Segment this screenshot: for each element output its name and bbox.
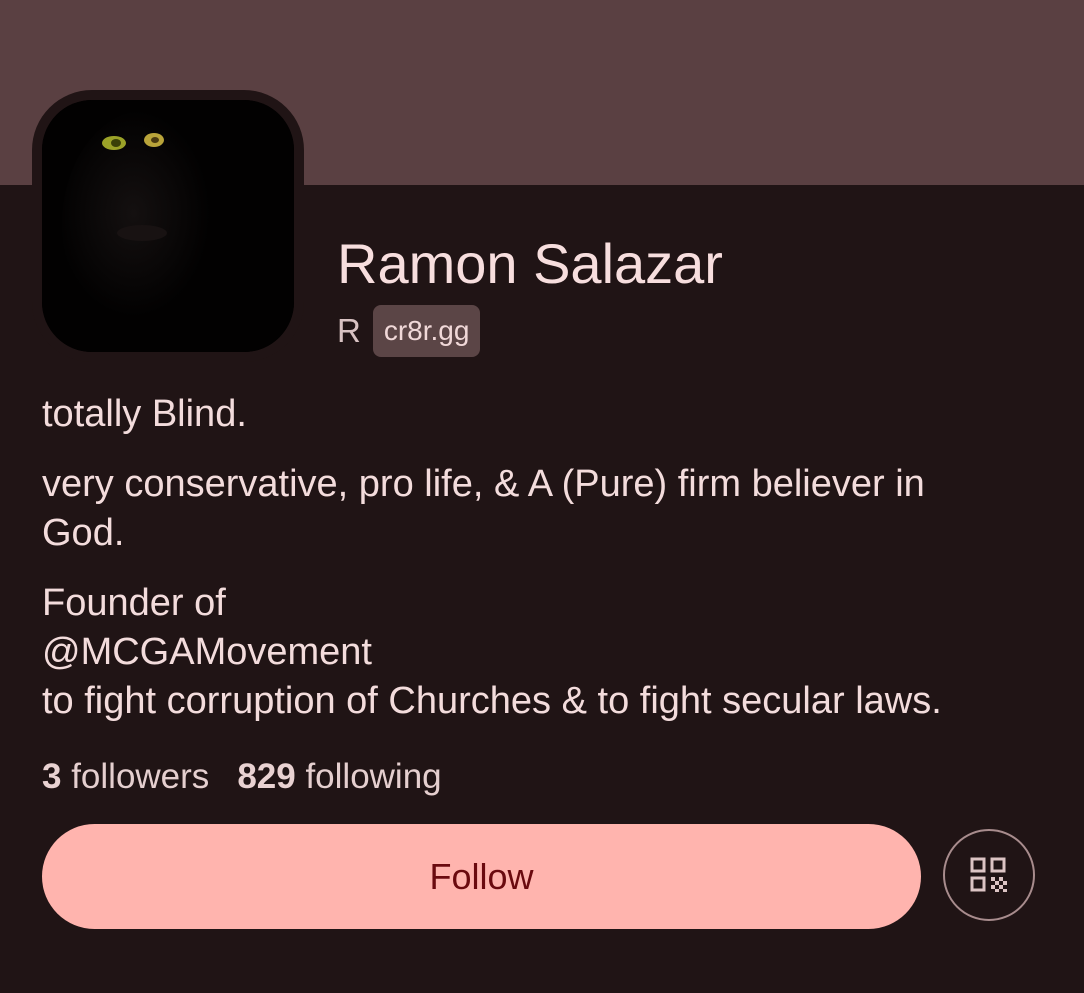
following-count: 829 [237, 757, 296, 796]
bio-text: Founder of [42, 582, 226, 624]
domain-badge[interactable]: cr8r.gg [372, 305, 481, 357]
follow-button[interactable]: Follow [42, 824, 921, 929]
followers-count: 3 [42, 757, 62, 796]
bio-paragraph: totally Blind. [42, 390, 1062, 439]
profile-bio: totally Blind. very conservative, pro li… [42, 390, 1062, 747]
handle-row: R cr8r.gg [337, 305, 481, 357]
following-label: following [305, 757, 442, 796]
bio-text: to fight corruption of Churches & to fig… [42, 680, 942, 722]
bio-mention-link[interactable]: @MCGAMovement [42, 628, 1062, 677]
display-name: Ramon Salazar [337, 232, 723, 295]
bio-text: God. [42, 512, 125, 554]
qr-code-button[interactable] [943, 829, 1035, 921]
avatar-image [42, 100, 294, 352]
bio-paragraph: very conservative, pro life, & A (Pure) … [42, 460, 1062, 558]
following-link[interactable]: 829 following [237, 757, 441, 796]
followers-link[interactable]: 3 followers [42, 757, 209, 796]
avatar[interactable] [42, 100, 294, 352]
qr-code-icon [970, 857, 1007, 892]
profile-stats: 3 followers 829 following [42, 755, 442, 799]
followers-label: followers [71, 757, 210, 796]
bio-text: totally Blind. [42, 393, 247, 435]
bio-text: very conservative, pro life, & A (Pure) … [42, 463, 925, 505]
bio-paragraph: Founder of @MCGAMovement to fight corrup… [42, 579, 1062, 726]
handle-initial: R [337, 312, 361, 349]
